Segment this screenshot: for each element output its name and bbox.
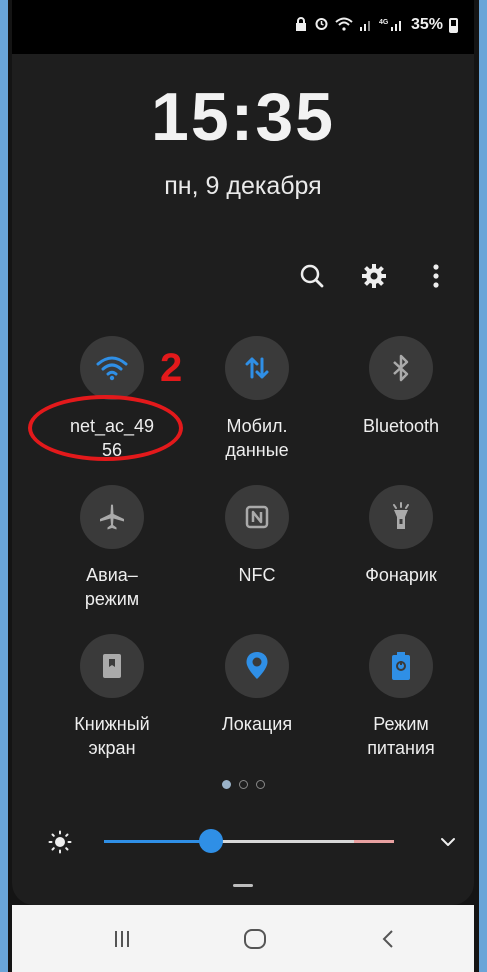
back-icon[interactable] bbox=[368, 923, 408, 955]
tile-book-screen-label: Книжный экран bbox=[74, 714, 150, 758]
tile-airplane-label: Авиа– режим bbox=[84, 565, 140, 609]
brightness-track-end bbox=[354, 840, 394, 843]
tile-bluetooth[interactable]: Bluetooth bbox=[331, 336, 471, 438]
brightness-icon bbox=[48, 830, 72, 854]
page-indicator bbox=[12, 780, 474, 789]
brightness-slider[interactable] bbox=[104, 829, 394, 853]
brightness-control bbox=[12, 822, 474, 862]
wifi-icon bbox=[80, 336, 144, 400]
tile-flashlight-label: Фонарик bbox=[365, 565, 437, 585]
clock-time: 15:35 bbox=[151, 79, 335, 155]
brightness-thumb[interactable] bbox=[199, 829, 224, 853]
tile-nfc[interactable]: NFC bbox=[187, 485, 327, 587]
clock-date: пн, 9 декабря bbox=[164, 172, 322, 200]
chevron-down-icon[interactable] bbox=[436, 830, 460, 854]
panel-drag-handle[interactable] bbox=[233, 884, 253, 887]
tile-power-mode[interactable]: Режим питания bbox=[331, 634, 471, 760]
book-screen-icon bbox=[80, 634, 144, 698]
location-icon bbox=[225, 634, 289, 698]
bluetooth-icon bbox=[369, 336, 433, 400]
status-bar: 4G 35% bbox=[12, 0, 474, 54]
tile-airplane[interactable]: Авиа– режим bbox=[42, 485, 182, 611]
svg-text:4G: 4G bbox=[379, 19, 389, 26]
power-mode-icon bbox=[369, 634, 433, 698]
tile-book-screen[interactable]: Книжный экран bbox=[42, 634, 182, 760]
wifi-signal-icon bbox=[335, 17, 353, 34]
search-icon[interactable] bbox=[294, 258, 330, 294]
cell-signal-icon bbox=[359, 17, 373, 34]
brightness-fill bbox=[104, 840, 212, 843]
navigation-bar bbox=[12, 905, 474, 972]
tile-bluetooth-label: Bluetooth bbox=[362, 416, 440, 436]
tile-power-mode-label: Режим питания bbox=[367, 714, 435, 758]
panel-actions bbox=[294, 258, 454, 294]
flashlight-icon bbox=[369, 485, 433, 549]
tile-mobile-data[interactable]: Мобил. данные bbox=[187, 336, 327, 462]
mobile-data-icon bbox=[225, 336, 289, 400]
recent-apps-icon[interactable] bbox=[102, 923, 142, 955]
page-dot[interactable] bbox=[238, 780, 248, 789]
tile-flashlight[interactable]: Фонарик bbox=[331, 485, 471, 587]
page-dot[interactable] bbox=[255, 780, 265, 789]
battery-percent: 35% bbox=[410, 16, 443, 33]
alarm-icon bbox=[314, 16, 329, 34]
airplane-icon bbox=[80, 485, 144, 549]
lock-notification-icon bbox=[294, 16, 308, 34]
annotation-oval bbox=[28, 395, 183, 461]
home-icon[interactable] bbox=[235, 923, 275, 955]
tile-location[interactable]: Локация bbox=[187, 634, 327, 736]
nfc-icon bbox=[225, 485, 289, 549]
status-icons: 4G 35% bbox=[294, 16, 458, 34]
more-icon[interactable] bbox=[418, 258, 454, 294]
tile-nfc-label: NFC bbox=[238, 565, 276, 585]
page-dot-active[interactable] bbox=[221, 780, 231, 789]
4g-signal-icon: 4G bbox=[379, 17, 405, 34]
phone-body: 4G 35% 15:35 пн, 9 декабря net_ac_49 56 … bbox=[8, 0, 479, 972]
annotation-number: 2 bbox=[160, 346, 183, 390]
gear-icon[interactable] bbox=[356, 258, 392, 294]
tile-mobile-data-label: Мобил. данные bbox=[225, 416, 289, 460]
battery-icon bbox=[449, 17, 458, 33]
tile-location-label: Локация bbox=[221, 714, 293, 734]
